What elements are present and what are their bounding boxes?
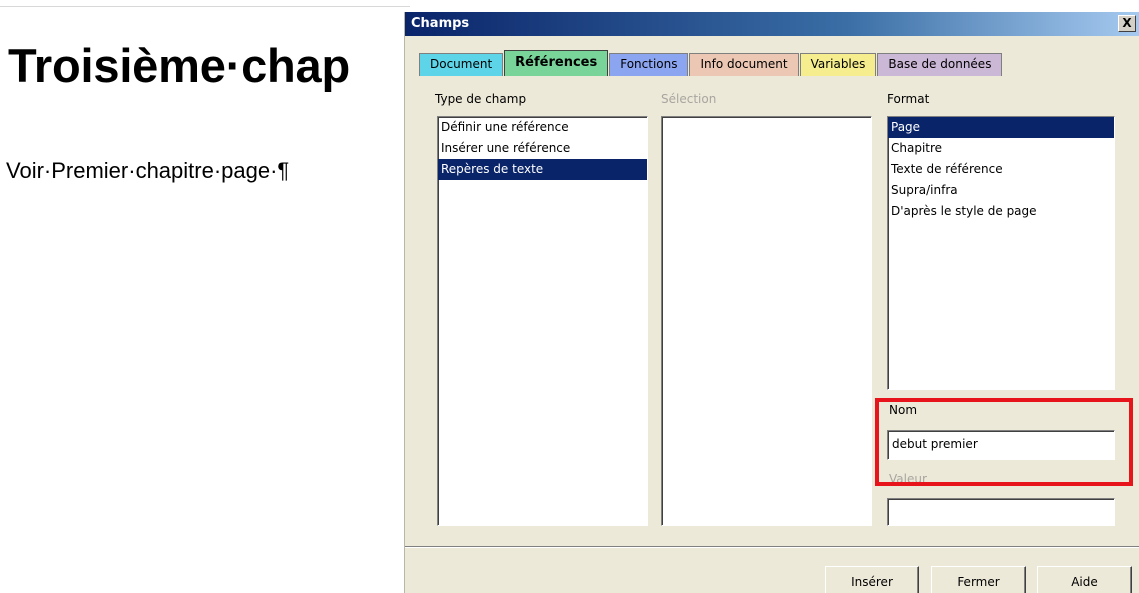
- tab-base-de-donnees[interactable]: Base de données: [877, 53, 1003, 76]
- tab-bar: Document Références Fonctions Info docum…: [419, 50, 1003, 76]
- format-label: Format: [887, 92, 930, 106]
- list-item[interactable]: Chapitre: [888, 138, 1114, 159]
- list-item[interactable]: Page: [888, 117, 1114, 138]
- tab-variables[interactable]: Variables: [799, 53, 877, 76]
- list-item[interactable]: D'après le style de page: [888, 201, 1114, 222]
- close-icon: X: [1122, 16, 1132, 30]
- close-button[interactable]: X: [1118, 15, 1136, 32]
- document-paragraph: Voir·Premier·chapitre·page·¶: [6, 158, 290, 183]
- dialog-separator: [405, 546, 1139, 548]
- list-item[interactable]: Repères de texte: [438, 159, 647, 180]
- selection-list[interactable]: [661, 116, 872, 526]
- tab-info-document[interactable]: Info document: [689, 53, 799, 76]
- aide-button[interactable]: Aide: [1037, 566, 1132, 593]
- type-de-champ-label: Type de champ: [435, 92, 527, 106]
- format-list[interactable]: Page Chapitre Texte de référence Supra/i…: [887, 116, 1115, 390]
- highlight-box: [875, 398, 1133, 486]
- dialog-titlebar[interactable]: Champs X: [405, 12, 1139, 36]
- type-de-champ-list[interactable]: Définir une référence Insérer une référe…: [437, 116, 648, 526]
- tab-references[interactable]: Références: [504, 50, 609, 76]
- inserer-button[interactable]: Insérer: [825, 566, 919, 593]
- list-item[interactable]: Supra/infra: [888, 180, 1114, 201]
- fermer-button[interactable]: Fermer: [931, 566, 1026, 593]
- list-item[interactable]: Définir une référence: [438, 117, 647, 138]
- fields-dialog: Champs X Document Références Fonctions I…: [404, 12, 1139, 593]
- list-item[interactable]: Texte de référence: [888, 159, 1114, 180]
- tab-fonctions[interactable]: Fonctions: [609, 53, 689, 76]
- list-item[interactable]: Insérer une référence: [438, 138, 647, 159]
- document-heading: Troisième·chap: [8, 39, 350, 92]
- dialog-title: Champs: [411, 16, 470, 31]
- valeur-input[interactable]: [887, 498, 1115, 526]
- selection-label: Sélection: [661, 92, 717, 106]
- tab-document[interactable]: Document: [419, 53, 504, 76]
- document-top-border: [0, 6, 410, 7]
